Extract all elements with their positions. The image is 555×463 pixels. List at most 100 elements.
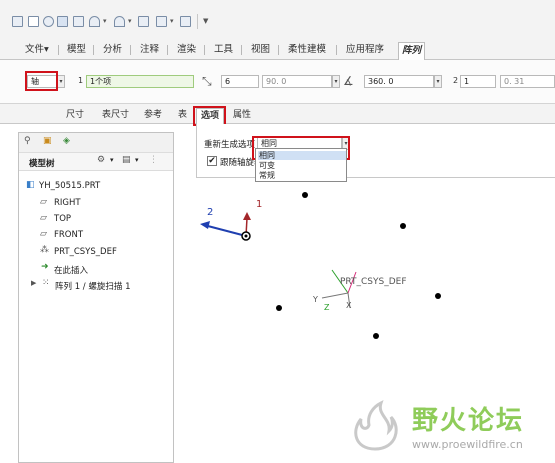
tree-item-top[interactable]: TOP bbox=[54, 214, 71, 224]
member2-label: 2 bbox=[453, 76, 459, 85]
pattern-type-dropdown-icon[interactable]: ▾ bbox=[57, 75, 65, 88]
tab-tools[interactable]: 工具 bbox=[211, 42, 236, 60]
save-icon[interactable] bbox=[57, 16, 68, 27]
highlight-box-options bbox=[193, 106, 226, 126]
dropdown-option-variable[interactable]: 可变 bbox=[258, 161, 346, 170]
highlight-box-type bbox=[25, 71, 58, 91]
options-panel: 重新生成选项 相同 ▾ ✔ 跟随轴旋转 bbox=[196, 124, 555, 178]
expand-arrow-icon[interactable]: ▶ bbox=[31, 279, 36, 287]
pattern-member-point[interactable] bbox=[435, 293, 441, 299]
show-dropdown-icon[interactable]: ▾ bbox=[135, 156, 139, 164]
direction2-label: 2 bbox=[207, 207, 214, 218]
direction2-arrowhead bbox=[200, 221, 210, 229]
datum-plane-icon: ▱ bbox=[40, 229, 47, 239]
subtab-tables[interactable]: 表 bbox=[174, 108, 191, 124]
pattern-member-point[interactable] bbox=[276, 305, 282, 311]
datum-plane-icon: ▱ bbox=[40, 213, 47, 223]
open-icon[interactable] bbox=[43, 16, 54, 27]
member1-label: 1 bbox=[78, 76, 84, 85]
csys-y-axis bbox=[321, 292, 349, 299]
windows-dropdown-icon[interactable]: ▾ bbox=[170, 17, 174, 25]
subtab-references[interactable]: 参考 bbox=[140, 108, 166, 124]
dropdown-option-same[interactable]: 相同 bbox=[258, 151, 346, 160]
angular-extent-icon[interactable]: ∡ bbox=[343, 74, 354, 88]
pattern-member-point[interactable] bbox=[373, 333, 379, 339]
csys-icon: ⁂ bbox=[40, 245, 49, 255]
subtab-table-dimensions[interactable]: 表尺寸 bbox=[98, 108, 133, 124]
windows-icon[interactable] bbox=[156, 16, 167, 27]
tree-settings-dropdown-icon[interactable]: ▾ bbox=[110, 156, 114, 164]
tab-flexible-modeling[interactable]: 柔性建模 bbox=[285, 42, 329, 60]
model-tree-title: 模型树 bbox=[29, 159, 55, 169]
watermark: 野火论坛 www.proewildfire.cn bbox=[340, 392, 555, 463]
tree-item-pattern[interactable]: 阵列 1 / 螺旋扫描 1 bbox=[55, 280, 131, 292]
pattern-member-point[interactable] bbox=[302, 192, 308, 198]
dashboard-subtabs: 尺寸 表尺寸 参考 表 选项 属性 bbox=[0, 104, 555, 126]
tree-item-front[interactable]: FRONT bbox=[54, 230, 83, 240]
tab-applications[interactable]: 应用程序 bbox=[343, 42, 387, 60]
close-window-icon[interactable] bbox=[180, 16, 191, 27]
direction2-arrow bbox=[203, 224, 247, 237]
model-tree-tab-icon[interactable]: ⚲ bbox=[24, 136, 31, 146]
direction1-label: 1 bbox=[256, 199, 263, 210]
graphics-window[interactable] bbox=[180, 180, 470, 380]
tree-item-insert-here[interactable]: 在此插入 bbox=[54, 264, 88, 276]
pattern-icon: ⁙ bbox=[42, 278, 50, 288]
redo-icon[interactable] bbox=[114, 16, 125, 27]
member1-count-field[interactable]: 6 bbox=[221, 75, 259, 88]
navigator-tabs: ⚲ ▣ ◈ bbox=[19, 133, 173, 153]
flame-logo-icon bbox=[354, 400, 398, 451]
csys-y-label: Y bbox=[313, 295, 318, 304]
dropdown-option-general[interactable]: 常规 bbox=[258, 171, 346, 180]
angle-total-field[interactable]: 360. 0 bbox=[364, 75, 434, 88]
member1-reference[interactable]: 1个项 bbox=[86, 75, 194, 88]
csys-label: PRT_CSYS_DEF bbox=[340, 277, 407, 287]
tree-settings-icon[interactable]: ⚙ bbox=[97, 155, 105, 165]
tab-model[interactable]: 模型 bbox=[64, 42, 89, 60]
subtab-properties[interactable]: 属性 bbox=[229, 108, 255, 124]
tree-item-part[interactable]: YH_50515.PRT bbox=[39, 181, 100, 191]
watermark-title: 野火论坛 bbox=[412, 406, 525, 436]
tab-analysis[interactable]: 分析 bbox=[100, 42, 125, 60]
regenerate-icon[interactable] bbox=[138, 16, 149, 27]
tab-render[interactable]: 渲染 bbox=[174, 42, 199, 60]
regen-dropdown-list: 相同 可变 常规 bbox=[255, 148, 347, 182]
customize-toolbar-icon[interactable]: ▼ bbox=[203, 17, 208, 25]
datum-plane-icon: ▱ bbox=[40, 197, 47, 207]
redo-dropdown-icon[interactable]: ▾ bbox=[128, 17, 132, 25]
show-icon[interactable]: ▤ bbox=[122, 155, 131, 165]
tab-view[interactable]: 视图 bbox=[248, 42, 273, 60]
tab-annotate[interactable]: 注释 bbox=[137, 42, 162, 60]
flip-direction-icon[interactable]: ⤡ bbox=[202, 74, 212, 89]
member1-angle-field[interactable]: 90. 0 bbox=[262, 75, 332, 88]
regen-option-label: 重新生成选项 bbox=[204, 140, 256, 150]
tab-pattern[interactable]: 阵列 bbox=[398, 42, 426, 61]
folder-browser-tab-icon[interactable]: ▣ bbox=[43, 136, 52, 146]
tree-item-csys[interactable]: PRT_CSYS_DEF bbox=[54, 247, 117, 257]
new-file-icon[interactable] bbox=[28, 16, 39, 27]
pattern-member-point[interactable] bbox=[400, 223, 406, 229]
model-tree-header: 模型树 ⚙ ▾ ▤ ▾ ⋮ bbox=[19, 153, 173, 171]
undo-dropdown-icon[interactable]: ▾ bbox=[103, 17, 107, 25]
tab-file[interactable]: 文件▾ bbox=[22, 42, 52, 60]
app-icon[interactable] bbox=[12, 16, 23, 27]
tree-item-right[interactable]: RIGHT bbox=[54, 198, 81, 208]
follow-axis-checkbox[interactable]: ✔ bbox=[207, 156, 217, 166]
watermark-url: www.proewildfire.cn bbox=[412, 438, 523, 451]
angle-total-dropdown-icon[interactable]: ▾ bbox=[434, 75, 442, 88]
csys-z-label: Z bbox=[324, 303, 330, 312]
insert-here-icon: ➜ bbox=[41, 262, 49, 272]
print-icon[interactable] bbox=[73, 16, 84, 27]
direction1-arrowhead bbox=[243, 212, 251, 220]
quick-access-toolbar: ▾ ▾ ▾ ▼ bbox=[0, 0, 555, 38]
member2-count-field[interactable]: 1 bbox=[460, 75, 496, 88]
ribbon-tabs: 文件▾ 模型 分析 注释 渲染 工具 视图 柔性建模 应用程序 阵列 bbox=[0, 38, 555, 61]
pattern-dashboard: 轴 ▾ 1 1个项 ⤡ 6 90. 0 ▾ ∡ 360. 0 ▾ 2 1 0. … bbox=[0, 60, 555, 104]
undo-icon[interactable] bbox=[89, 16, 100, 27]
csys-x-label: X bbox=[346, 301, 352, 310]
member2-angle-field[interactable]: 0. 31 bbox=[500, 75, 555, 88]
subtab-dimensions[interactable]: 尺寸 bbox=[62, 108, 88, 124]
favorites-tab-icon[interactable]: ◈ bbox=[63, 136, 70, 146]
tree-filter-icon[interactable]: ⋮ bbox=[149, 155, 158, 165]
member1-angle-dropdown-icon[interactable]: ▾ bbox=[332, 75, 340, 88]
